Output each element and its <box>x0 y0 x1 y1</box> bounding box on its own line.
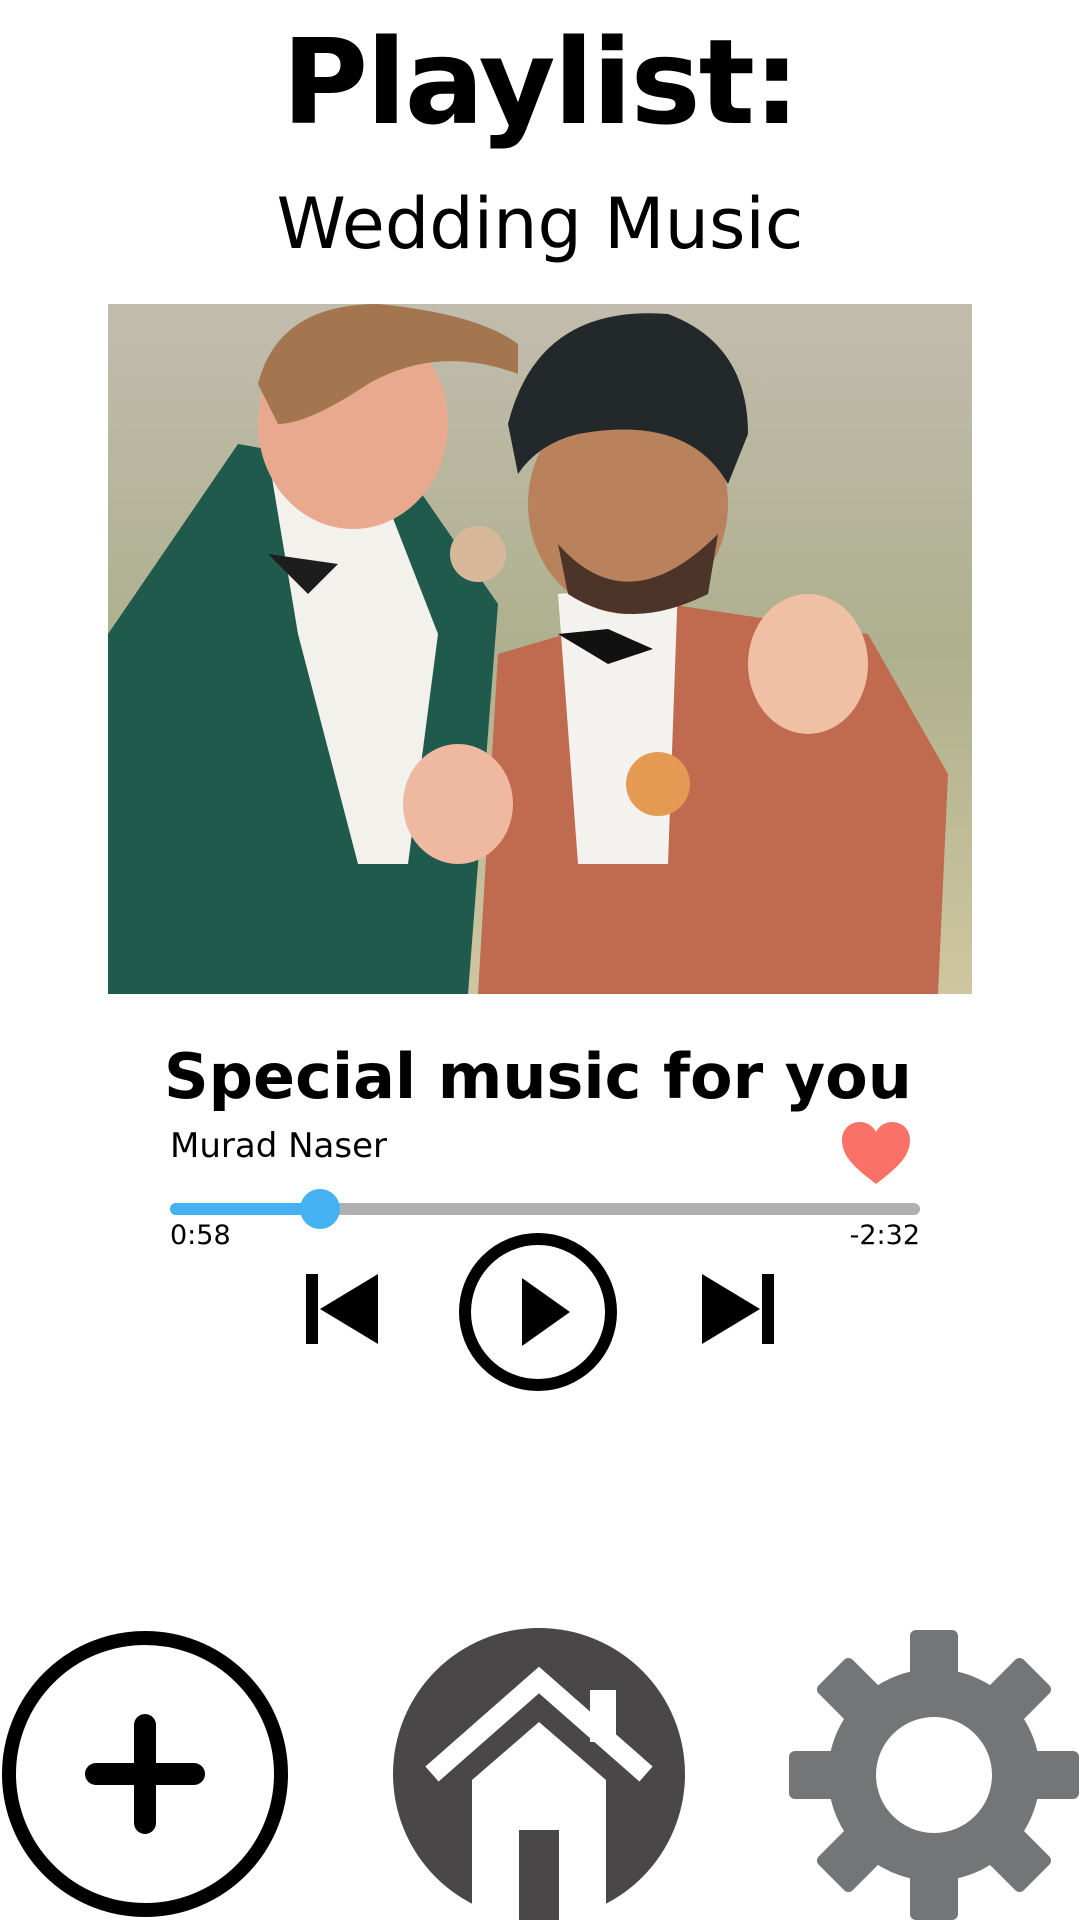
album-cover-illustration <box>108 304 972 994</box>
like-button[interactable] <box>840 1120 912 1186</box>
heart-icon <box>842 1122 910 1184</box>
play-button[interactable] <box>458 1232 618 1392</box>
add-button[interactable] <box>0 1628 292 1920</box>
home-button[interactable] <box>392 1628 686 1920</box>
gear-icon <box>789 1630 1079 1920</box>
progress-fill <box>170 1203 320 1215</box>
track-title: Special music for you <box>164 1040 912 1113</box>
skip-next-icon <box>702 1274 774 1344</box>
page-title: Playlist: <box>281 13 801 151</box>
plus-circle-icon <box>2 1631 288 1917</box>
remaining-time: -2:32 <box>849 1220 920 1251</box>
album-cover-image <box>108 304 972 994</box>
previous-button[interactable] <box>300 1268 382 1350</box>
artist-name: Murad Naser <box>170 1126 387 1166</box>
progress-bar[interactable] <box>170 1189 920 1229</box>
playlist-name: Wedding Music <box>276 183 804 265</box>
progress-handle[interactable] <box>300 1189 340 1229</box>
next-button[interactable] <box>698 1268 780 1350</box>
settings-button[interactable] <box>788 1630 1080 1920</box>
home-icon <box>393 1628 685 1920</box>
skip-previous-icon <box>306 1274 378 1344</box>
elapsed-time: 0:58 <box>170 1220 231 1251</box>
play-icon <box>459 1233 617 1391</box>
